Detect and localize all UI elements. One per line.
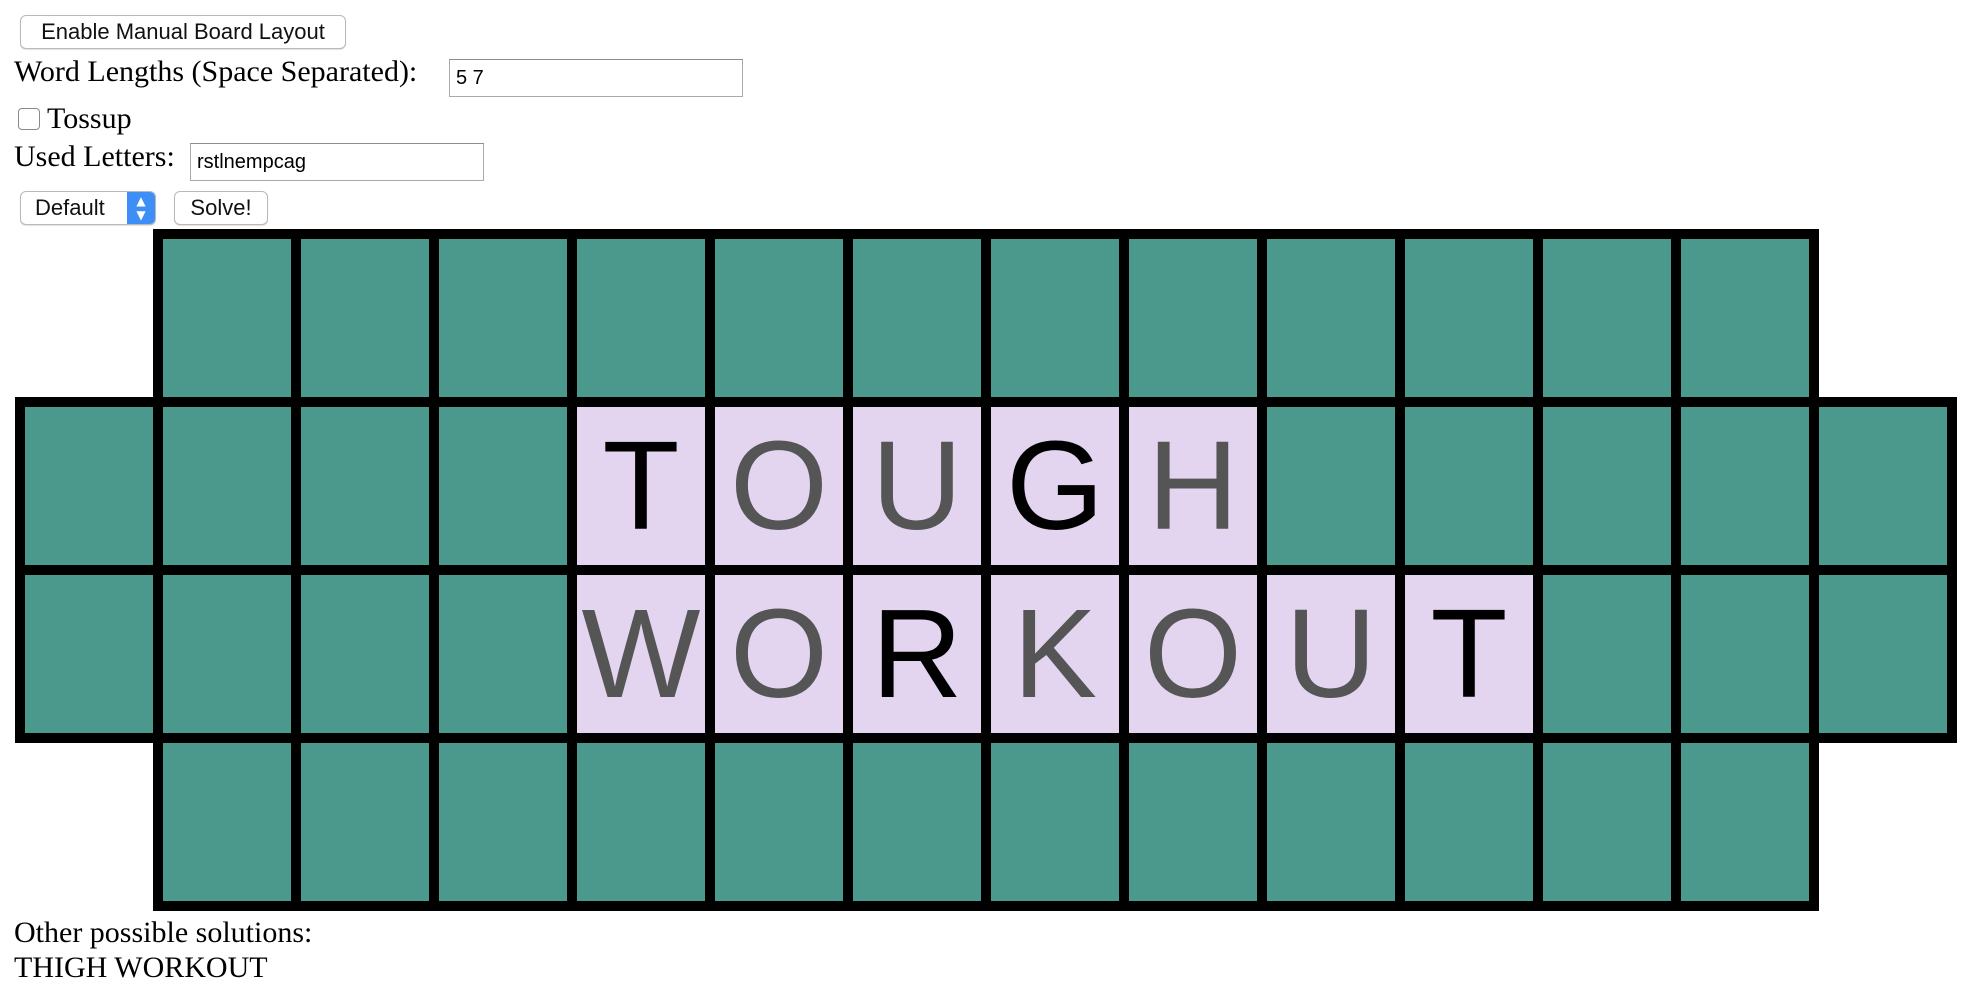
empty-tile[interactable] [853, 239, 981, 397]
letter-tile[interactable]: W [577, 575, 705, 733]
tile-letter: U [871, 415, 963, 556]
tile-letter: T [602, 415, 680, 556]
empty-tile[interactable] [439, 743, 567, 901]
letter-tile[interactable]: O [715, 575, 843, 733]
empty-tile[interactable] [25, 575, 153, 733]
tile-letter: R [871, 583, 963, 724]
empty-tile[interactable] [163, 575, 291, 733]
empty-tile[interactable] [1267, 743, 1395, 901]
empty-tile[interactable] [715, 239, 843, 397]
empty-tile[interactable] [577, 239, 705, 397]
tile-letter: G [1005, 415, 1104, 556]
puzzle-solver-page: Enable Manual Board Layout Word Lengths … [0, 0, 1964, 997]
tile-letter: K [1012, 583, 1098, 724]
empty-tile[interactable] [163, 239, 291, 397]
other-solutions-heading: Other possible solutions: [14, 916, 313, 949]
empty-tile[interactable] [25, 407, 153, 565]
empty-tile[interactable] [1681, 575, 1809, 733]
empty-tile[interactable] [1405, 407, 1533, 565]
tile-letter: O [729, 583, 828, 724]
empty-tile[interactable] [1819, 407, 1947, 565]
empty-tile[interactable] [1819, 575, 1947, 733]
empty-tile[interactable] [163, 743, 291, 901]
puzzle-board: TOUGHWORKOUT [0, 0, 1964, 997]
empty-tile[interactable] [1129, 743, 1257, 901]
empty-tile[interactable] [1405, 239, 1533, 397]
empty-tile[interactable] [1681, 743, 1809, 901]
board-row: TOUGH [15, 397, 1957, 575]
board-row [153, 733, 1819, 911]
letter-tile[interactable]: T [577, 407, 705, 565]
letter-tile[interactable]: T [1405, 575, 1533, 733]
empty-tile[interactable] [1543, 239, 1671, 397]
empty-tile[interactable] [1543, 743, 1671, 901]
empty-tile[interactable] [301, 407, 429, 565]
letter-tile[interactable]: O [715, 407, 843, 565]
board-row: WORKOUT [15, 565, 1957, 743]
empty-tile[interactable] [301, 743, 429, 901]
empty-tile[interactable] [991, 239, 1119, 397]
empty-tile[interactable] [1405, 743, 1533, 901]
empty-tile[interactable] [1543, 575, 1671, 733]
letter-tile[interactable]: G [991, 407, 1119, 565]
tile-letter: W [581, 583, 701, 724]
empty-tile[interactable] [991, 743, 1119, 901]
tile-letter: O [1143, 583, 1242, 724]
empty-tile[interactable] [1681, 407, 1809, 565]
solution-item: THIGH WORKOUT [14, 951, 268, 984]
empty-tile[interactable] [577, 743, 705, 901]
letter-tile[interactable]: H [1129, 407, 1257, 565]
letter-tile[interactable]: U [853, 407, 981, 565]
empty-tile[interactable] [853, 743, 981, 901]
empty-tile[interactable] [439, 239, 567, 397]
empty-tile[interactable] [1681, 239, 1809, 397]
tile-letter: O [729, 415, 828, 556]
letter-tile[interactable]: R [853, 575, 981, 733]
letter-tile[interactable]: K [991, 575, 1119, 733]
tile-letter: T [1430, 583, 1508, 724]
empty-tile[interactable] [163, 407, 291, 565]
letter-tile[interactable]: O [1129, 575, 1257, 733]
empty-tile[interactable] [1267, 407, 1395, 565]
empty-tile[interactable] [1267, 239, 1395, 397]
empty-tile[interactable] [439, 575, 567, 733]
board-row [153, 229, 1819, 407]
tile-letter: U [1285, 583, 1377, 724]
empty-tile[interactable] [1129, 239, 1257, 397]
empty-tile[interactable] [1543, 407, 1671, 565]
empty-tile[interactable] [301, 575, 429, 733]
tile-letter: H [1147, 415, 1239, 556]
empty-tile[interactable] [301, 239, 429, 397]
letter-tile[interactable]: U [1267, 575, 1395, 733]
empty-tile[interactable] [439, 407, 567, 565]
empty-tile[interactable] [715, 743, 843, 901]
